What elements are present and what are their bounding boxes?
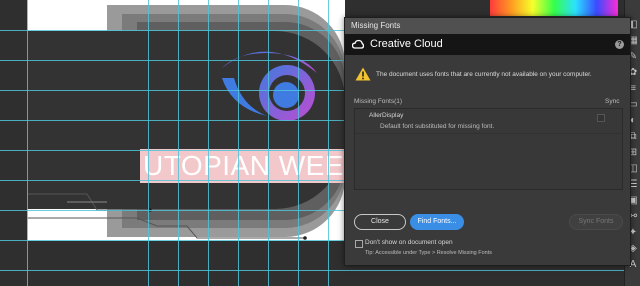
- font-name: AllerDisplay: [369, 112, 404, 119]
- warning-triangle-icon: [355, 67, 371, 81]
- circuit-lines: [27, 193, 307, 240]
- dont-show-checkbox[interactable]: [355, 240, 363, 248]
- warning-message: The document uses fonts that are current…: [376, 71, 592, 78]
- guide-horizontal[interactable]: [0, 270, 640, 271]
- help-icon[interactable]: ?: [615, 40, 624, 49]
- eye-logo: [222, 51, 317, 121]
- find-fonts-button[interactable]: Find Fonts...: [410, 214, 464, 230]
- banner-text: UTOPIAN WEE: [140, 149, 348, 183]
- missing-fonts-dialog: Missing Fonts Creative Cloud ? The docum…: [344, 17, 631, 266]
- dialog-header: Creative Cloud ?: [345, 34, 630, 55]
- guide-vertical[interactable]: [208, 0, 209, 286]
- color-spectrum[interactable]: [490, 0, 618, 16]
- guide-vertical[interactable]: [27, 0, 28, 286]
- sync-fonts-button[interactable]: Sync Fonts: [569, 214, 623, 230]
- tip-text: Tip: Accessible under Type > Resolve Mis…: [365, 250, 493, 256]
- sync-column-header: Sync: [605, 98, 620, 105]
- font-substitution-note: Default font substituted for missing fon…: [380, 123, 495, 130]
- guide-vertical[interactable]: [148, 0, 149, 286]
- sync-checkbox[interactable]: [597, 114, 605, 122]
- dont-show-label[interactable]: Don't show on document open: [365, 239, 453, 246]
- list-item[interactable]: AllerDisplay Default font substituted fo…: [355, 109, 622, 133]
- close-button[interactable]: Close: [354, 214, 406, 230]
- guide-vertical[interactable]: [178, 0, 179, 286]
- dialog-header-title: Creative Cloud: [370, 38, 443, 50]
- row-divider: [355, 133, 622, 134]
- guide-vertical[interactable]: [328, 0, 329, 286]
- missing-fonts-count: Missing Fonts(1): [354, 98, 403, 105]
- guide-vertical[interactable]: [298, 0, 299, 286]
- guide-vertical[interactable]: [268, 0, 269, 286]
- guide-vertical[interactable]: [238, 0, 239, 286]
- creative-cloud-icon: [352, 39, 364, 49]
- missing-fonts-list[interactable]: AllerDisplay Default font substituted fo…: [354, 108, 623, 190]
- dialog-titlebar[interactable]: Missing Fonts: [345, 18, 630, 34]
